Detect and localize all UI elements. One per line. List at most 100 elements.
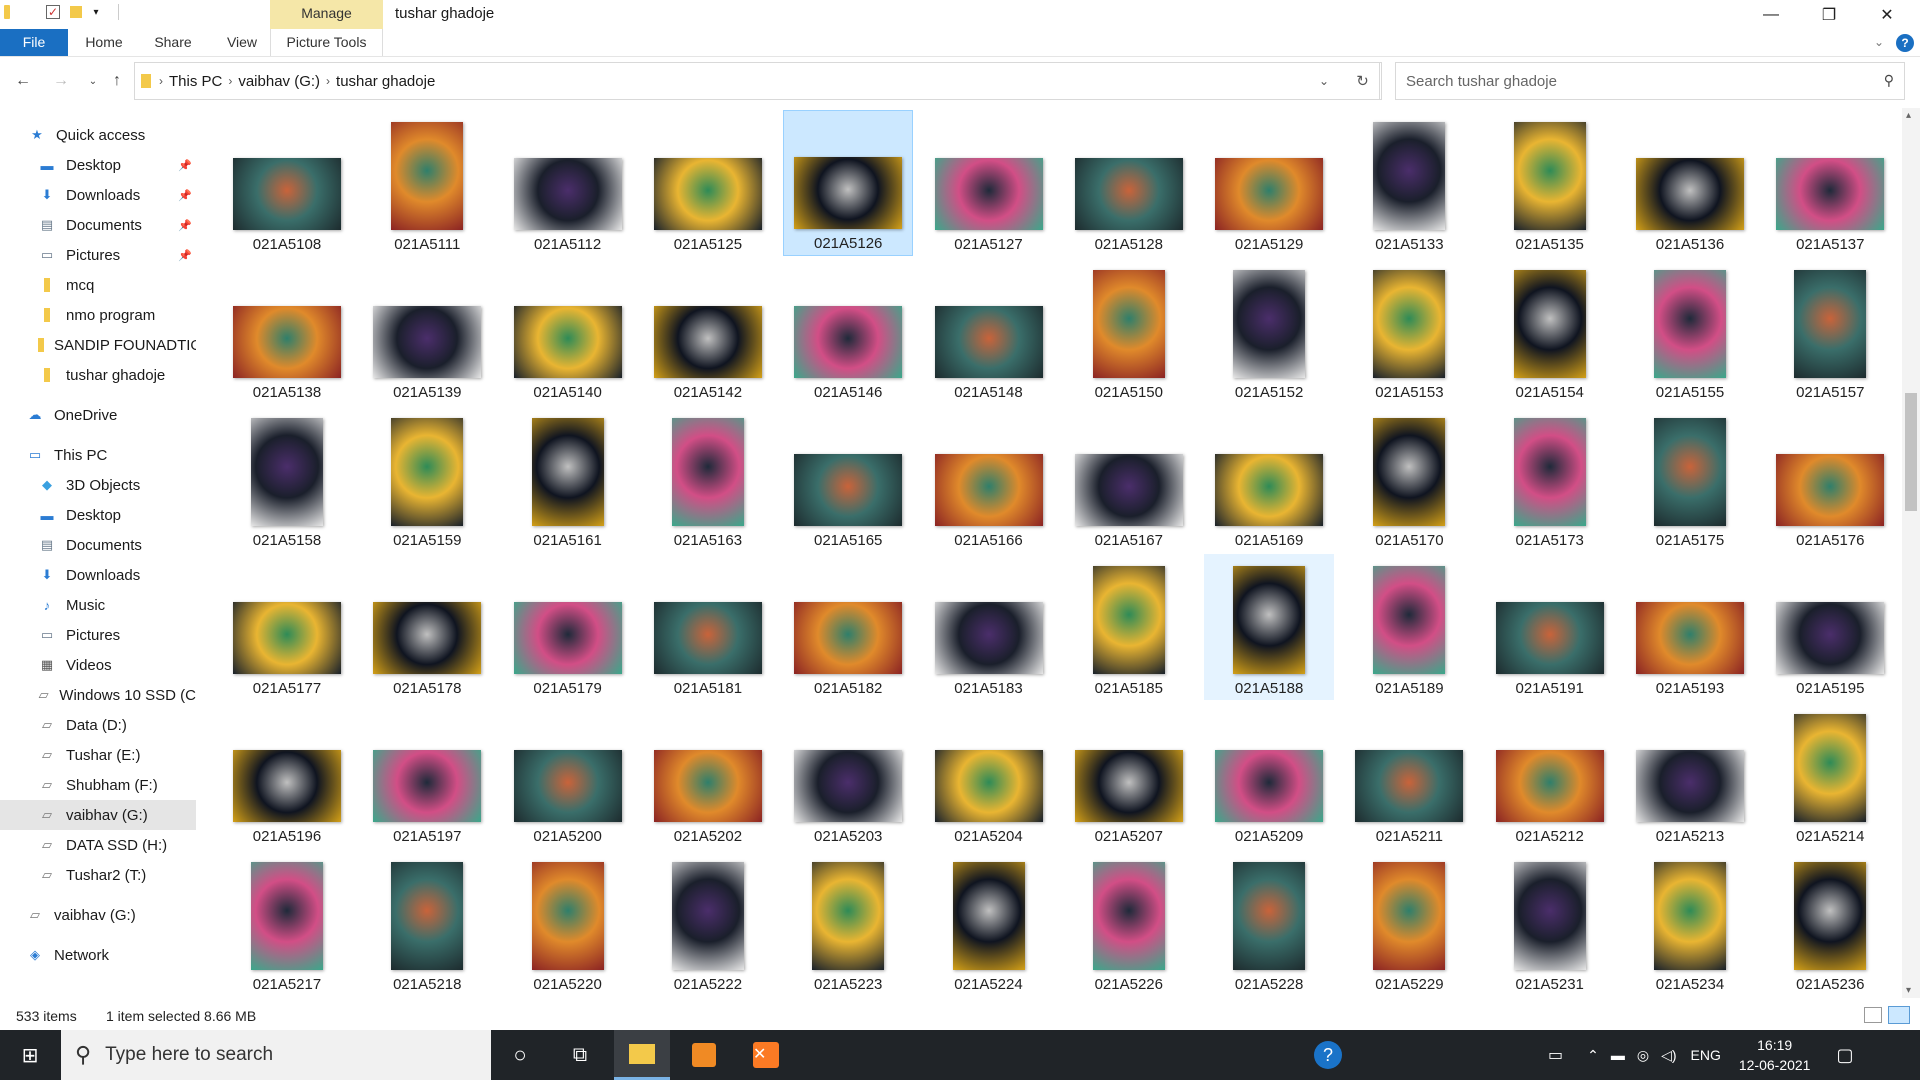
file-tile[interactable]: 021A5226: [1064, 850, 1194, 996]
new-folder-icon[interactable]: [70, 6, 82, 18]
notifications-icon[interactable]: ▢: [1836, 1045, 1853, 1066]
file-tile[interactable]: 021A5136: [1625, 110, 1755, 256]
sidebar-item[interactable]: ▭ Pictures 📌: [0, 240, 196, 270]
file-tile[interactable]: 021A5135: [1485, 110, 1615, 256]
file-tile[interactable]: 021A5234: [1625, 850, 1755, 996]
refresh-button[interactable]: ↻: [1344, 62, 1382, 100]
manage-context-tab[interactable]: Manage: [270, 0, 383, 29]
clock[interactable]: 16:19 12-06-2021: [1739, 1035, 1811, 1075]
customize-qat-icon[interactable]: ▾: [88, 4, 104, 20]
sidebar-item[interactable]: ▱ Windows 10 SSD (C: [0, 680, 196, 710]
file-tile[interactable]: 021A5159: [362, 406, 492, 552]
file-tile[interactable]: 021A5175: [1625, 406, 1755, 552]
volume-icon[interactable]: ◁): [1661, 1047, 1676, 1064]
file-tile[interactable]: 021A5165: [783, 406, 913, 552]
pin-icon[interactable]: 📌: [178, 189, 192, 202]
file-tile[interactable]: 021A5183: [924, 554, 1054, 700]
file-tile[interactable]: 021A5236: [1765, 850, 1895, 996]
chevron-right-icon[interactable]: ›: [326, 74, 330, 88]
file-tile[interactable]: 021A5139: [362, 258, 492, 404]
sidebar-item[interactable]: ▭ Pictures: [0, 620, 196, 650]
file-tile[interactable]: 021A5213: [1625, 702, 1755, 848]
chevron-right-icon[interactable]: ›: [228, 74, 232, 88]
file-tile[interactable]: 021A5231: [1485, 850, 1615, 996]
file-tile[interactable]: 021A5214: [1765, 702, 1895, 848]
back-button[interactable]: ←: [12, 70, 34, 92]
pin-icon[interactable]: 📌: [178, 159, 192, 172]
sidebar-item[interactable]: ◆ 3D Objects: [0, 470, 196, 500]
file-tile[interactable]: 021A5126: [783, 110, 914, 256]
file-tile[interactable]: 021A5128: [1064, 110, 1194, 256]
windows-start-icon[interactable]: ⊞: [2, 1030, 58, 1080]
forward-button[interactable]: →: [50, 70, 72, 92]
file-tile[interactable]: 021A5229: [1344, 850, 1474, 996]
file-tile[interactable]: 021A5181: [643, 554, 773, 700]
file-tile[interactable]: 021A5188: [1204, 554, 1335, 700]
file-tile[interactable]: 021A5189: [1344, 554, 1474, 700]
tab-home[interactable]: Home: [82, 29, 126, 56]
sidebar-item[interactable]: ▬ Desktop 📌: [0, 150, 196, 180]
file-tile[interactable]: 021A5167: [1064, 406, 1194, 552]
tab-view[interactable]: View: [222, 29, 262, 56]
file-tile[interactable]: 021A5196: [222, 702, 352, 848]
breadcrumb-drive[interactable]: vaibhav (G:): [238, 73, 320, 90]
file-tile[interactable]: 021A5161: [503, 406, 633, 552]
file-tile[interactable]: 021A5154: [1485, 258, 1615, 404]
file-tile[interactable]: 021A5177: [222, 554, 352, 700]
cortana-icon[interactable]: ○: [492, 1030, 548, 1080]
file-tile[interactable]: 021A5108: [222, 110, 352, 256]
file-tile[interactable]: 021A5158: [222, 406, 352, 552]
file-tile[interactable]: 021A5185: [1064, 554, 1194, 700]
file-tile[interactable]: 021A5129: [1204, 110, 1334, 256]
file-tile[interactable]: 021A5207: [1064, 702, 1194, 848]
file-tile[interactable]: 021A5111: [362, 110, 492, 256]
sidebar-item[interactable]: ◈ Network: [0, 940, 196, 970]
recent-locations-icon[interactable]: ⌄: [82, 70, 104, 92]
properties-icon[interactable]: ✓: [46, 5, 60, 19]
sidebar-item[interactable]: ▱ DATA SSD (H:): [0, 830, 196, 860]
file-tile[interactable]: 021A5142: [643, 258, 773, 404]
file-tile[interactable]: 021A5176: [1765, 406, 1895, 552]
scroll-down-icon[interactable]: ▾: [1906, 985, 1911, 996]
sidebar-item[interactable]: ▱ vaibhav (G:): [0, 800, 196, 830]
sidebar-item[interactable]: ▱ Tushar2 (T:): [0, 860, 196, 890]
file-tile[interactable]: 021A5212: [1485, 702, 1615, 848]
close-button[interactable]: ✕: [1858, 0, 1916, 29]
sidebar-item[interactable]: ⬇ Downloads: [0, 560, 196, 590]
file-tile[interactable]: 021A5202: [643, 702, 773, 848]
scroll-up-icon[interactable]: ▴: [1906, 110, 1911, 121]
breadcrumb-folder[interactable]: tushar ghadoje: [336, 73, 435, 90]
file-tile[interactable]: 021A5169: [1204, 406, 1334, 552]
file-tile[interactable]: 021A5220: [503, 850, 633, 996]
file-tile[interactable]: 021A5146: [783, 258, 913, 404]
file-tile[interactable]: 021A5195: [1765, 554, 1895, 700]
file-tile[interactable]: 021A5170: [1344, 406, 1474, 552]
scrollbar-thumb[interactable]: [1905, 393, 1917, 511]
file-tile[interactable]: 021A5157: [1765, 258, 1895, 404]
file-tile[interactable]: 021A5197: [362, 702, 492, 848]
taskbar-search[interactable]: ⚲ Type here to search: [61, 1030, 491, 1080]
file-tile[interactable]: 021A5218: [362, 850, 492, 996]
tab-file[interactable]: File: [0, 29, 68, 56]
vertical-scrollbar[interactable]: ▴ ▾: [1902, 108, 1920, 998]
task-view-icon[interactable]: ⧉: [552, 1030, 608, 1080]
sidebar-item[interactable]: ▤ Documents: [0, 530, 196, 560]
sidebar-item[interactable]: ▱ Tushar (E:): [0, 740, 196, 770]
file-tile[interactable]: 021A5166: [924, 406, 1054, 552]
file-tile[interactable]: 021A5173: [1485, 406, 1615, 552]
file-tile[interactable]: 021A5140: [503, 258, 633, 404]
search-icon[interactable]: ⚲: [1884, 72, 1894, 89]
sublime-text-icon[interactable]: [676, 1030, 732, 1080]
file-tile[interactable]: 021A5148: [924, 258, 1054, 404]
sidebar-item[interactable]: mcq: [0, 270, 196, 300]
restore-button[interactable]: ❐: [1800, 0, 1858, 29]
search-input[interactable]: Search tushar ghadoje ⚲: [1395, 62, 1905, 100]
file-tile[interactable]: 021A5163: [643, 406, 773, 552]
sidebar-item[interactable]: ★ Quick access: [0, 120, 196, 150]
file-tile[interactable]: 021A5153: [1344, 258, 1474, 404]
file-tile[interactable]: 021A5155: [1625, 258, 1755, 404]
sidebar-item[interactable]: ▱ vaibhav (G:): [0, 900, 196, 930]
file-tile[interactable]: 021A5178: [362, 554, 492, 700]
pin-icon[interactable]: 📌: [178, 219, 192, 232]
sidebar-item[interactable]: ▭ This PC: [0, 440, 196, 470]
